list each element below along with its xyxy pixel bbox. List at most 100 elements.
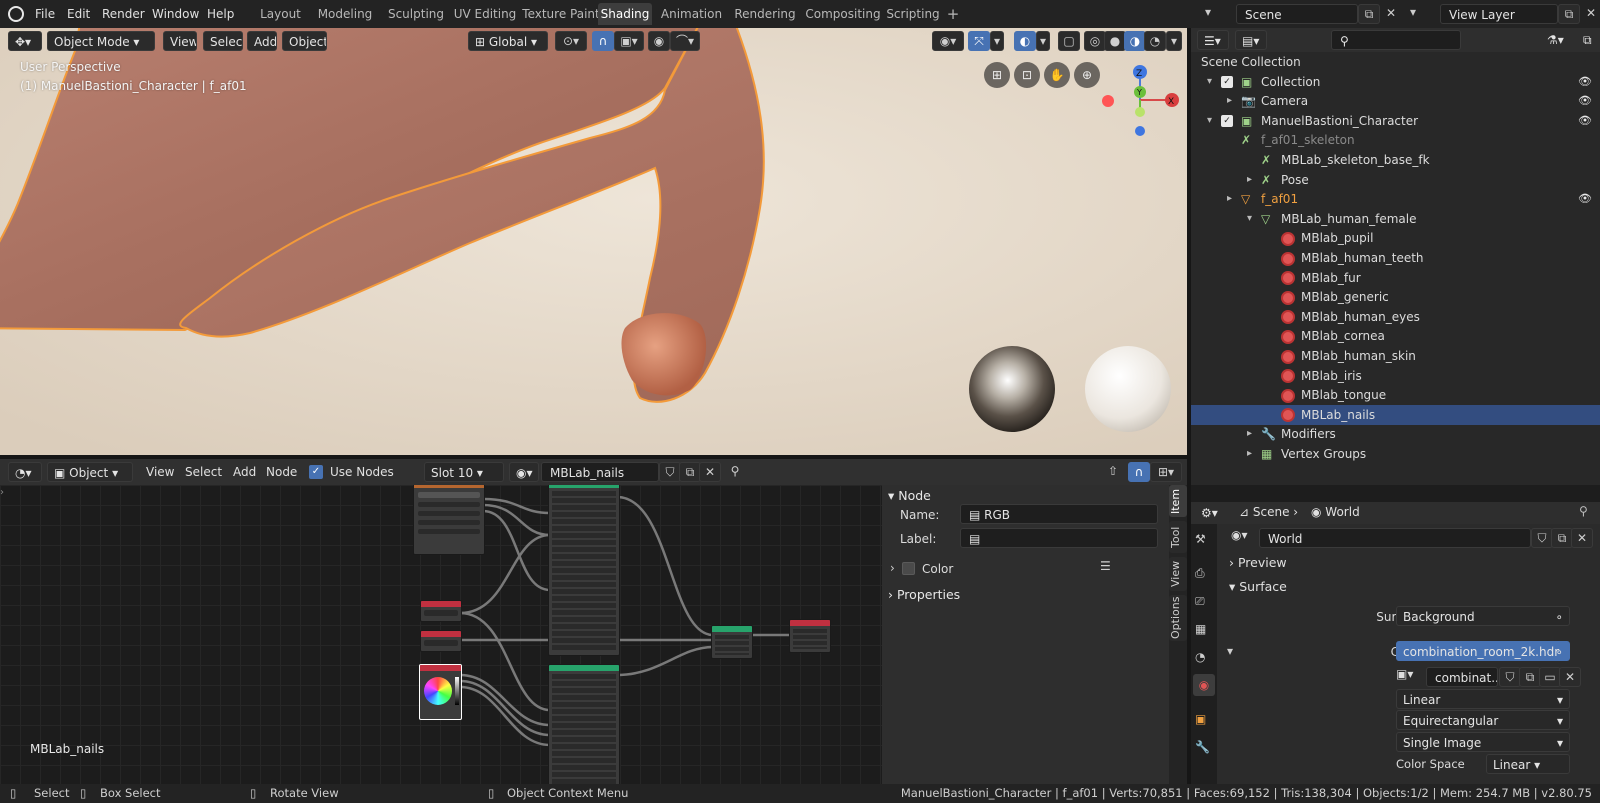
shading-material-icon[interactable]: ◑ (1124, 31, 1146, 51)
falloff-icon[interactable]: ⌒▾ (670, 31, 700, 51)
expand-arrow-icon[interactable]: ▸ (1227, 91, 1232, 111)
tab-options[interactable]: Options (1169, 595, 1187, 641)
menu-render[interactable]: Render (102, 4, 145, 24)
world-duplicate-icon[interactable]: ⧉ (1551, 528, 1573, 548)
node-menu-view[interactable]: View (146, 463, 174, 481)
outliner-row[interactable]: ▸ ✗ Pose (1191, 170, 1600, 190)
outliner-row[interactable]: ▾ ▽ MBLab_human_female (1191, 209, 1600, 229)
mix-shader-node[interactable] (711, 625, 753, 659)
surface-dropdown[interactable]: Background ∘ (1396, 606, 1570, 626)
expand-arrow-icon[interactable]: ▾ (1207, 111, 1212, 131)
transform-orientation-dropdown[interactable]: ⊞ Global ▾ (468, 31, 548, 51)
expand-arrow-icon[interactable]: ▾ (1207, 72, 1212, 92)
tab-sculpting[interactable]: Sculpting (380, 3, 452, 25)
outliner-row[interactable]: MBlab_human_skin (1191, 346, 1600, 366)
exclude-checkbox[interactable]: ✓ (1221, 75, 1233, 88)
outliner-row[interactable]: Scene Collection (1191, 52, 1600, 72)
node-menu-node[interactable]: Node (266, 463, 297, 481)
outliner-row[interactable]: ▾ ✓ ▣ ManuelBastioni_Character 👁 (1191, 111, 1600, 131)
view-layer-icon[interactable]: ▾ (1410, 5, 1438, 23)
world-name-field[interactable]: World (1259, 528, 1531, 548)
interpolation-dropdown[interactable]: Linear ▾ (1396, 689, 1570, 709)
outliner-row[interactable]: MBlab_human_teeth (1191, 248, 1600, 268)
tab-view[interactable]: View (1169, 557, 1187, 591)
new-view-layer-icon[interactable]: ⧉ (1558, 4, 1580, 24)
world-properties-icon[interactable]: ◉ (1193, 674, 1215, 696)
new-scene-icon[interactable]: ⧉ (1358, 4, 1380, 24)
delete-scene-icon[interactable]: ✕ (1380, 4, 1402, 24)
view-layer-field[interactable]: View Layer (1440, 4, 1558, 24)
overlay-toggle-icon[interactable]: ◐ (1014, 31, 1036, 51)
3d-viewport[interactable]: ✥▾ Object Mode ▾ View Select Add Object … (0, 28, 1187, 455)
value-node-fac[interactable] (420, 630, 462, 652)
outliner-row[interactable]: MBlab_fur (1191, 268, 1600, 288)
view-layer-properties-icon[interactable]: ▦ (1195, 622, 1206, 636)
menu-select[interactable]: Select (203, 31, 243, 51)
preview-panel-header[interactable]: › Preview (1221, 552, 1600, 574)
outliner-row[interactable]: ✗ f_af01_skeleton (1191, 130, 1600, 150)
node-snap-icon[interactable]: ∩ (1128, 462, 1150, 482)
breadcrumb-world[interactable]: ◉ World (1311, 505, 1360, 519)
scene-type-icon[interactable]: ▾ (1205, 5, 1233, 23)
image-open-icon[interactable]: ▭ (1539, 667, 1561, 687)
breadcrumb-scene[interactable]: ⊿ Scene › (1239, 505, 1298, 519)
pivot-point-icon[interactable]: ⊙▾ (555, 31, 587, 51)
image-duplicate-icon[interactable]: ⧉ (1519, 667, 1541, 687)
node-name-field[interactable]: ▤ RGB (960, 504, 1158, 524)
tab-texture-paint[interactable]: Texture Paint (515, 3, 607, 25)
filter-icon[interactable]: ⚗▾ (1541, 30, 1575, 50)
outliner-row[interactable]: MBlab_generic (1191, 287, 1600, 307)
visibility-icon[interactable]: ◉▾ (932, 31, 964, 51)
outliner-row[interactable]: ▸ 🔧 Modifiers (1191, 424, 1600, 444)
color-space-dropdown[interactable]: Linear ▾ (1486, 754, 1570, 774)
outliner-row[interactable]: MBLab_nails (1191, 404, 1600, 425)
node-menu-select[interactable]: Select (185, 463, 222, 481)
expand-arrow-icon[interactable]: ▾ (1247, 209, 1252, 229)
outliner-search-input[interactable]: ⚲ (1331, 30, 1461, 50)
overlay-dropdown-icon[interactable]: ▾ (1036, 31, 1050, 51)
image-name-field[interactable]: combinat.. (1426, 667, 1498, 687)
node-editor-canvas[interactable]: MBLab_nails › (0, 485, 882, 784)
tab-uv-editing[interactable]: UV Editing (444, 3, 526, 25)
color-checkbox[interactable] (902, 562, 915, 575)
navigation-gizmo[interactable]: Z X Y (1100, 60, 1180, 140)
color-collapse-icon[interactable]: ▾ (1227, 644, 1233, 658)
tab-layout[interactable]: Layout (253, 3, 308, 25)
outliner-row[interactable]: ▸ 📷 Camera 👁 (1191, 91, 1600, 111)
outliner-row[interactable]: ▸ ▦ Vertex Groups (1191, 444, 1600, 464)
use-nodes-checkbox[interactable]: ✓ (309, 465, 323, 479)
outliner-row[interactable]: MBlab_cornea (1191, 326, 1600, 346)
outliner-row[interactable]: ▾ ✓ ▣ Collection 👁 (1191, 72, 1600, 92)
pin-properties-icon[interactable]: ⚲ (1579, 504, 1588, 518)
visibility-eye-icon[interactable]: 👁 (1578, 189, 1592, 209)
shading-rendered-icon[interactable]: ◔ (1144, 31, 1166, 51)
tab-modeling[interactable]: Modeling (310, 3, 380, 25)
expand-arrow-icon[interactable]: ▸ (1227, 189, 1232, 209)
shading-solid-icon[interactable]: ● (1104, 31, 1126, 51)
tab-compositing[interactable]: Compositing (800, 3, 886, 25)
menu-object[interactable]: Object (282, 31, 327, 51)
render-properties-icon[interactable]: ⎙ (1195, 566, 1205, 581)
world-unlink-icon[interactable]: ✕ (1571, 528, 1593, 548)
material-output-node[interactable] (789, 619, 831, 653)
shader-type-dropdown[interactable]: ▣ Object ▾ (47, 462, 133, 482)
properties-panel-header[interactable]: › Properties (888, 584, 1166, 606)
gizmo-toggle-icon[interactable]: ⤧ (968, 31, 990, 51)
color-link-dropdown[interactable]: combination_room_2k.hdr ∘ (1396, 641, 1570, 661)
world-fake-user-icon[interactable]: ⛉ (1531, 528, 1553, 548)
expand-arrow-icon[interactable]: ▸ (1247, 444, 1252, 464)
xray-icon[interactable]: ▢ (1058, 31, 1080, 51)
visibility-eye-icon[interactable]: 👁 (1578, 72, 1592, 92)
modifier-properties-icon[interactable]: 🔧 (1195, 740, 1210, 754)
rgb-node[interactable] (419, 664, 462, 720)
gizmo-dropdown-icon[interactable]: ▾ (990, 31, 1004, 51)
tab-scripting[interactable]: Scripting (880, 3, 946, 25)
blender-logo-icon[interactable] (8, 6, 24, 22)
expand-arrow-icon[interactable]: ▸ (1247, 424, 1252, 444)
color-wheel[interactable] (424, 677, 452, 705)
menu-help[interactable]: Help (207, 4, 234, 24)
menu-edit[interactable]: Edit (67, 4, 90, 24)
outliner-row[interactable]: ✗ MBLab_skeleton_base_fk (1191, 150, 1600, 170)
material-browse-icon[interactable]: ◉▾ (509, 462, 539, 482)
shading-wireframe-icon[interactable]: ◎ (1084, 31, 1106, 51)
